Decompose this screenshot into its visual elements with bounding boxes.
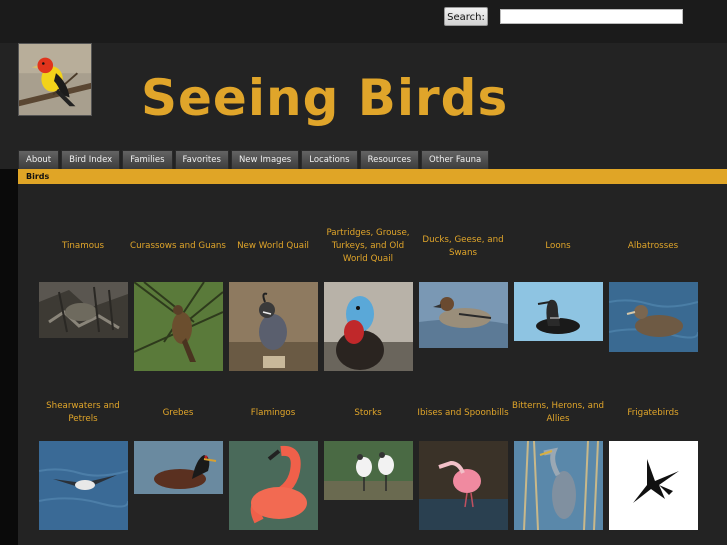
- gallery-link-tinamous[interactable]: Tinamous: [35, 224, 131, 269]
- thumb-shearwaters-and-petrels[interactable]: [39, 441, 128, 530]
- thumb-partridges-grouse-turkeys[interactable]: [324, 282, 413, 371]
- search-button[interactable]: Search:: [444, 7, 488, 26]
- gallery-link-loons[interactable]: Loons: [510, 224, 606, 269]
- thumb-new-world-quail[interactable]: [229, 282, 318, 371]
- gallery-link-shearwaters-and-petrels[interactable]: Shearwaters and Petrels: [35, 398, 131, 428]
- nav-tab-about[interactable]: About: [18, 150, 60, 169]
- search-input[interactable]: [500, 9, 683, 24]
- nav-tab-new-images[interactable]: New Images: [230, 150, 300, 169]
- gallery-link-storks[interactable]: Storks: [320, 398, 416, 428]
- nav-tab-resources[interactable]: Resources: [359, 150, 420, 169]
- gallery-link-ibises-and-spoonbills[interactable]: Ibises and Spoonbills: [415, 398, 511, 428]
- thumb-frigatebirds[interactable]: [609, 441, 698, 530]
- gallery-link-grebes[interactable]: Grebes: [130, 398, 226, 428]
- main-nav: About Bird Index Families Favorites New …: [18, 150, 491, 169]
- breadcrumb: Birds: [18, 169, 727, 184]
- thumb-flamingos[interactable]: [229, 441, 318, 530]
- thumb-tinamous[interactable]: [39, 282, 128, 338]
- site-logo-tanager-photo[interactable]: [18, 43, 92, 116]
- site-title[interactable]: Seeing Birds: [141, 68, 508, 128]
- gallery-link-ducks-geese-swans[interactable]: Ducks, Geese, and Swans: [415, 224, 511, 269]
- thumb-albatrosses[interactable]: [609, 282, 698, 352]
- breadcrumb-birds[interactable]: Birds: [26, 169, 49, 184]
- thumb-ibises-and-spoonbills[interactable]: [419, 441, 508, 530]
- gallery-link-curassows-and-guans[interactable]: Curassows and Guans: [130, 224, 226, 269]
- thumb-ducks-geese-swans[interactable]: [419, 282, 508, 348]
- gallery-link-flamingos[interactable]: Flamingos: [225, 398, 321, 428]
- thumb-storks[interactable]: [324, 441, 413, 500]
- gallery-link-bitterns-herons-and-allies[interactable]: Bitterns, Herons, and Allies: [510, 398, 606, 428]
- nav-tab-favorites[interactable]: Favorites: [174, 150, 229, 169]
- top-bar: Search:: [0, 0, 727, 43]
- nav-tab-locations[interactable]: Locations: [301, 150, 358, 169]
- left-sidebar-stripe: [0, 169, 18, 545]
- gallery-link-frigatebirds[interactable]: Frigatebirds: [605, 398, 701, 428]
- nav-tab-other-fauna[interactable]: Other Fauna: [421, 150, 490, 169]
- nav-tab-bird-index[interactable]: Bird Index: [61, 150, 121, 169]
- thumb-loons[interactable]: [514, 282, 603, 341]
- nav-tab-families[interactable]: Families: [122, 150, 173, 169]
- gallery-link-partridges-grouse-turkeys[interactable]: Partridges, Grouse, Turkeys, and Old Wor…: [320, 224, 416, 269]
- gallery-link-new-world-quail[interactable]: New World Quail: [225, 224, 321, 269]
- thumb-grebes[interactable]: [134, 441, 223, 494]
- thumb-curassows-and-guans[interactable]: [134, 282, 223, 371]
- gallery-link-albatrosses[interactable]: Albatrosses: [605, 224, 701, 269]
- thumb-bitterns-herons-and-allies[interactable]: [514, 441, 603, 530]
- bird-gallery: Tinamous Curassows and Guans New World Q: [18, 184, 727, 545]
